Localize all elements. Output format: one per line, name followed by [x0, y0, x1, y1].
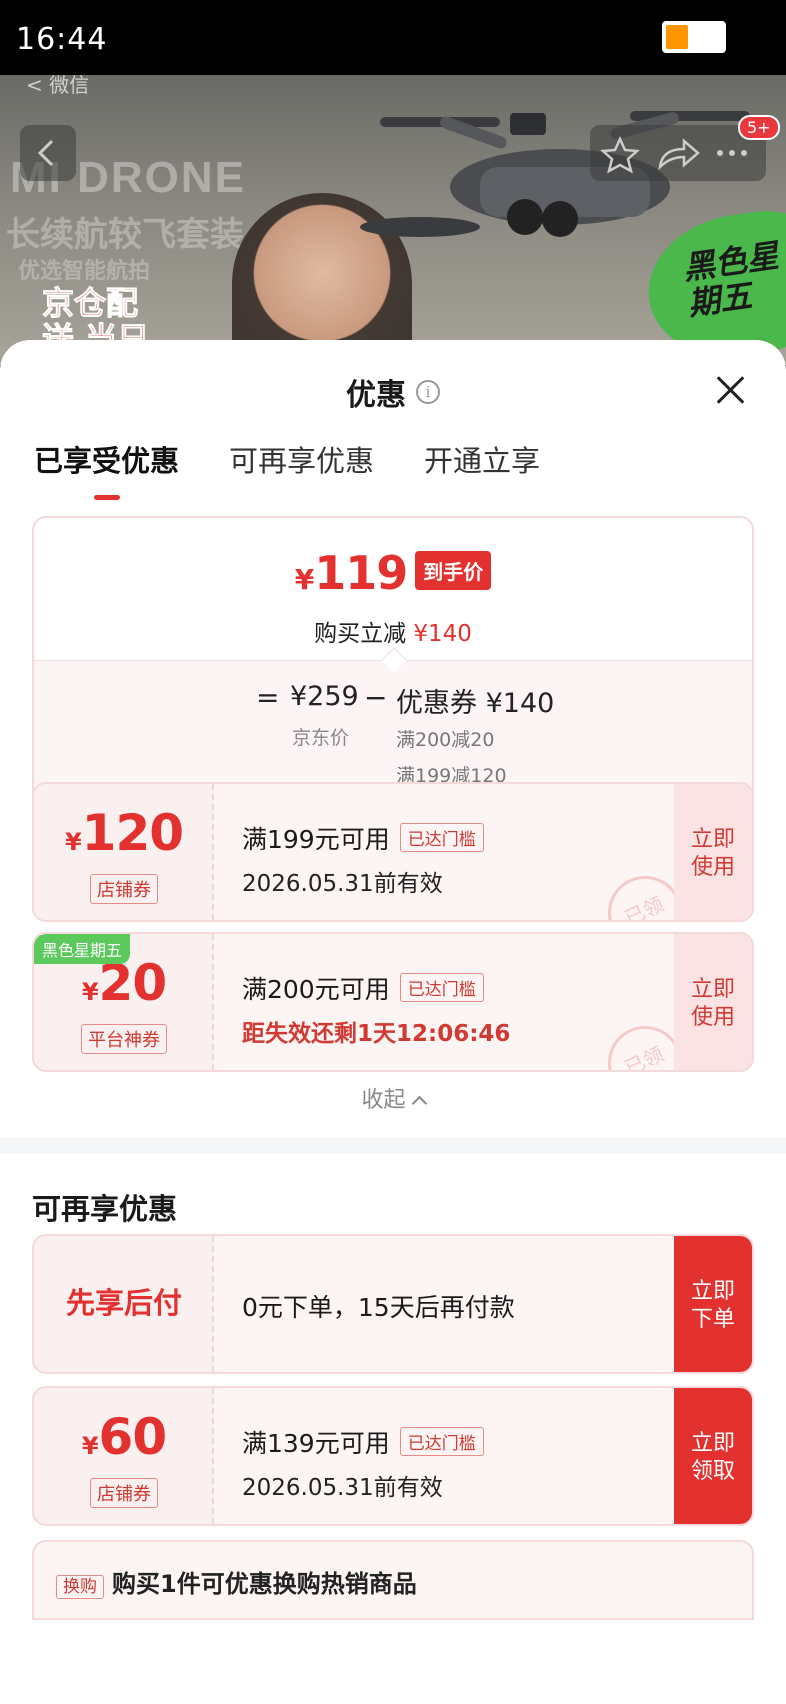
- currency-symbol: ¥: [64, 828, 82, 856]
- threshold-reached-chip: 已达门槛: [399, 823, 484, 852]
- currency-symbol: ¥: [81, 978, 99, 1006]
- coupon-condition: 满139元可用 已达门槛: [242, 1424, 484, 1460]
- claim-now-button[interactable]: 立即 领取: [674, 1388, 752, 1524]
- product-slogan: 长续航较飞套装: [6, 215, 244, 255]
- black-friday-corner-tag: 黑色星期五: [34, 934, 131, 964]
- section-divider: [0, 1138, 786, 1154]
- order-now-button[interactable]: 立即 下单: [674, 1236, 752, 1372]
- equals-sign: =: [256, 681, 280, 714]
- coupon-type-label: 店铺券: [90, 874, 158, 904]
- nav-back-button[interactable]: [20, 125, 76, 181]
- final-price-value: 119: [314, 546, 408, 600]
- coupon-type-label: 平台神券: [81, 1024, 167, 1054]
- pay-later-card: 先享后付 0元下单，15天后再付款 立即下单: [32, 1234, 754, 1374]
- reduce-amount: ¥140: [413, 621, 472, 647]
- coupon-type-wrap: 店铺券: [34, 874, 214, 904]
- final-price-tag: 到手价: [415, 551, 492, 590]
- action-line: 使用: [690, 1005, 735, 1030]
- sheet-header: 优惠 i: [0, 370, 786, 414]
- discount-tabs: 已享受优惠 可再享优惠 开通立享: [34, 438, 590, 500]
- action-line: 立即: [690, 977, 735, 1002]
- battery-icon: [662, 21, 726, 53]
- trade-in-text: 换购 购买1件可优惠换购热销商品: [56, 1564, 417, 1599]
- coupon-card-platform: 黑色星期五 ¥20 平台神券 满200元可用 已达门槛 距失效还剩1天12:06:…: [32, 932, 754, 1072]
- black-friday-text: 黑色星期五: [680, 236, 781, 323]
- jd-price-label: 京东价: [292, 727, 350, 749]
- coupon-card-store: ¥120 店铺券 满199元可用 已达门槛 2026.05.31前有效 已领 立即…: [32, 782, 754, 922]
- coupon-amount-value: 120: [81, 804, 184, 862]
- share-icon[interactable]: [658, 138, 700, 171]
- reduce-line: 购买立减 ¥140: [34, 614, 752, 648]
- coupon-condition-text: 满139元可用: [242, 1429, 390, 1458]
- currency-symbol: ¥: [294, 563, 315, 596]
- action-line: 使用: [690, 855, 735, 880]
- coupon-condition: 满200元可用 已达门槛: [242, 970, 484, 1006]
- coupon-total: 优惠券 ¥140: [396, 688, 555, 719]
- status-bar: 16:44: [0, 0, 786, 75]
- action-line: 立即: [690, 1431, 735, 1456]
- discount-sheet: 优惠 i 已享受优惠 可再享优惠 开通立享 ¥119 到手价 购买立减 ¥140 =…: [0, 340, 786, 1704]
- minus-sign: −: [364, 681, 388, 714]
- currency-symbol: ¥: [81, 1432, 99, 1460]
- trade-in-description: 购买1件可优惠换购热销商品: [112, 1570, 417, 1598]
- jd-price: ¥259: [290, 681, 359, 712]
- chevron-up-icon: [411, 1095, 427, 1112]
- trade-in-offer-card[interactable]: 换购 购买1件可优惠换购热销商品: [32, 1540, 754, 1620]
- coupon-amount-value: 60: [98, 1408, 168, 1466]
- tab-open-membership[interactable]: 开通立享: [424, 438, 540, 490]
- collapse-label: 收起: [361, 1088, 406, 1113]
- chevron-left-icon: [37, 139, 54, 167]
- coupon-amount: ¥60: [34, 1408, 214, 1466]
- product-subslogan: 优选智能航拍: [18, 259, 151, 284]
- pay-later-description: 0元下单，15天后再付款: [242, 1293, 515, 1322]
- status-time: 16:44: [16, 22, 108, 57]
- coupon-card-store-60: ¥60 店铺券 满139元可用 已达门槛 2026.05.31前有效 立即领取: [32, 1386, 754, 1526]
- info-icon[interactable]: i: [416, 380, 440, 404]
- more-icon[interactable]: [717, 150, 747, 156]
- coupon-validity: 2026.05.31前有效: [242, 871, 443, 897]
- threshold-reached-chip: 已达门槛: [399, 973, 484, 1002]
- action-line: 立即: [690, 827, 735, 852]
- coupon-type-wrap: 店铺券: [34, 1478, 214, 1508]
- coupon-condition: 满200减20: [396, 729, 495, 751]
- sheet-title: 优惠: [346, 378, 406, 413]
- action-line: 立即: [690, 1279, 735, 1304]
- action-line: 领取: [690, 1459, 735, 1484]
- coupon-amount: ¥120: [34, 804, 214, 862]
- threshold-reached-chip: 已达门槛: [399, 1427, 484, 1456]
- tab-more-available[interactable]: 可再享优惠: [229, 438, 374, 490]
- cart-count-badge: 5+: [738, 115, 780, 140]
- coupon-type-label: 店铺券: [90, 1478, 158, 1508]
- trade-in-chip: 换购: [56, 1575, 104, 1599]
- pay-later-label: 先享后付: [65, 1286, 182, 1320]
- close-icon[interactable]: [714, 374, 746, 406]
- reduce-label: 购买立减: [314, 621, 407, 647]
- coupon-validity: 2026.05.31前有效: [242, 1475, 443, 1501]
- collapse-button[interactable]: 收起: [0, 1082, 786, 1114]
- coupon-condition: 满199元可用 已达门槛: [242, 820, 484, 856]
- star-favorite-icon[interactable]: [599, 135, 641, 174]
- use-now-button[interactable]: 立即 使用: [674, 934, 752, 1070]
- coupon-type-wrap: 平台神券: [34, 1024, 214, 1054]
- final-price: ¥119 到手价: [34, 546, 752, 600]
- coupon-countdown: 距失效还剩1天12:06:46: [242, 1021, 511, 1047]
- use-now-button[interactable]: 立即 使用: [674, 784, 752, 920]
- tab-enjoyed[interactable]: 已享受优惠: [34, 438, 179, 500]
- section-title-more: 可再享优惠: [32, 1192, 178, 1226]
- action-line: 下单: [690, 1307, 735, 1332]
- coupon-condition-text: 满199元可用: [242, 825, 390, 854]
- coupon-condition-text: 满200元可用: [242, 975, 390, 1004]
- product-hero-image: < 微信 MI DRONE 长续航较飞套装 优选智能航拍 京仓配送 当日偏日达: [0, 75, 786, 365]
- price-summary-card: ¥119 到手价 购买立减 ¥140 = ¥259 − 优惠券 ¥140 京东价 …: [32, 516, 754, 806]
- back-to-wechat-link[interactable]: < 微信: [26, 75, 89, 98]
